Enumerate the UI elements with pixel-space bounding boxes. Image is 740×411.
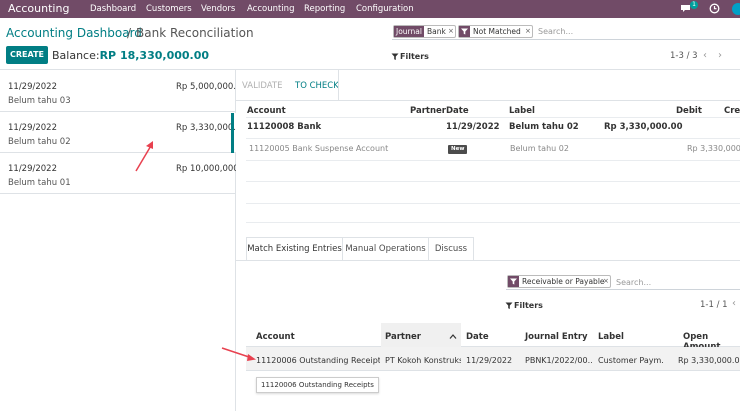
statement-item[interactable]: 11/29/2022 Rp 10,000,000.00 Belum tahu 0…	[0, 154, 236, 194]
tab-manual-operations[interactable]: Manual Operations	[343, 237, 429, 261]
line-account[interactable]: 11120008 Bank	[247, 122, 321, 132]
facet-remove-icon[interactable]: ×	[448, 26, 454, 37]
pager-next-icon[interactable]: ›	[718, 50, 722, 61]
statement-item[interactable]: 11/29/2022 Rp 5,000,000.00 Belum tahu 03	[0, 72, 236, 112]
line-date[interactable]: 11/29/2022	[446, 122, 500, 132]
column-header-date[interactable]: Date	[466, 332, 489, 342]
column-header-debit: Debit	[676, 106, 702, 116]
line-credit[interactable]: Rp 3,330,000.00	[687, 144, 740, 153]
filter-icon[interactable]	[391, 53, 399, 61]
match-table-header	[246, 323, 740, 347]
column-header-partner: Partner	[410, 106, 447, 116]
filter-icon	[459, 26, 470, 37]
match-account[interactable]: 11120006 Outstanding Receipts	[256, 356, 380, 365]
facet-journal[interactable]: Journal Bank ×	[393, 25, 456, 38]
column-header-label[interactable]: Label	[598, 332, 624, 342]
line-label[interactable]: Belum tahu 02	[509, 122, 579, 132]
top-navbar: Accounting Dashboard Customers Vendors A…	[0, 0, 740, 18]
statement-date: 11/29/2022	[8, 82, 57, 92]
divider	[236, 260, 740, 261]
statement-name: Belum tahu 02	[8, 137, 71, 147]
search-input[interactable]: Search...	[538, 27, 573, 36]
facet-receivable-payable[interactable]: Receivable or Payable ×	[507, 275, 611, 288]
column-header-account: Account	[247, 106, 286, 116]
divider	[246, 222, 740, 223]
statement-amount: Rp 5,000,000.00	[176, 82, 236, 92]
line-debit[interactable]: Rp 3,330,000.00	[604, 122, 683, 132]
facet-value-journal: Bank	[427, 27, 446, 36]
divider	[246, 138, 740, 139]
breadcrumb-parent[interactable]: Accounting Dashboard	[6, 26, 142, 40]
new-badge: New	[448, 145, 468, 154]
divider	[338, 70, 339, 100]
line-label[interactable]: Belum tahu 02	[510, 144, 569, 153]
statement-item[interactable]: 11/29/2022 Rp 3,330,000.00 Belum tahu 02	[0, 113, 236, 153]
match-partner[interactable]: PT Kokoh Konstruksi	[385, 356, 461, 365]
tooltip: 11120006 Outstanding Receipts	[256, 377, 379, 393]
menu-configuration[interactable]: Configuration	[356, 4, 414, 14]
filter-icon[interactable]	[505, 302, 513, 310]
pager-value[interactable]: 1-3 / 3	[670, 51, 698, 61]
clock-icon[interactable]	[709, 3, 720, 14]
divider	[246, 117, 740, 118]
match-search-input[interactable]: Search...	[616, 278, 651, 287]
statement-amount: Rp 3,330,000.00	[176, 123, 236, 133]
balance-value: RP 18,330,000.00	[99, 49, 210, 62]
statement-date: 11/29/2022	[8, 123, 57, 133]
breadcrumb-current: Bank Reconciliation	[136, 26, 254, 40]
facet-tag-journal: Journal	[394, 26, 424, 37]
annotation-arrow-icon	[221, 347, 256, 361]
balance-label: Balance:	[52, 49, 100, 62]
column-header-date: Date	[446, 106, 469, 116]
annotation-arrow-icon	[135, 141, 153, 172]
active-item-indicator	[231, 113, 234, 153]
match-pager-value[interactable]: 1-1 / 1	[700, 300, 728, 310]
facet-value-not-matched: Not Matched	[473, 27, 521, 36]
breadcrumb-separator: /	[127, 26, 132, 40]
column-header-journal-entry[interactable]: Journal Entry	[525, 332, 588, 342]
menu-vendors[interactable]: Vendors	[201, 4, 235, 14]
facet-remove-icon[interactable]: ×	[525, 26, 531, 37]
statement-name: Belum tahu 03	[8, 96, 71, 106]
column-header-partner[interactable]: Partner	[385, 332, 421, 342]
menu-accounting[interactable]: Accounting	[247, 4, 294, 14]
divider	[246, 181, 740, 182]
match-journal-entry[interactable]: PBNK1/2022/00...	[525, 356, 593, 365]
user-avatar[interactable]	[732, 3, 740, 15]
divider	[246, 203, 740, 204]
match-label[interactable]: Customer Paym...	[598, 356, 664, 365]
tab-discuss[interactable]: Discuss	[429, 237, 474, 261]
column-header-label: Label	[509, 106, 535, 116]
facet-not-matched[interactable]: Not Matched ×	[458, 25, 533, 38]
tab-match-existing-entries[interactable]: Match Existing Entries	[246, 237, 343, 261]
create-button[interactable]: CREATE	[6, 46, 48, 64]
column-header-credit: Credit	[724, 106, 740, 116]
statement-name: Belum tahu 01	[8, 178, 71, 188]
pager-prev-icon[interactable]: ‹	[703, 50, 707, 61]
column-header-account[interactable]: Account	[256, 332, 295, 342]
app-name[interactable]: Accounting	[8, 2, 69, 15]
filter-icon	[508, 276, 519, 287]
statement-amount: Rp 10,000,000.00	[176, 164, 236, 174]
menu-customers[interactable]: Customers	[146, 4, 192, 14]
menu-reporting[interactable]: Reporting	[304, 4, 345, 14]
validate-button[interactable]: VALIDATE	[242, 81, 282, 91]
facet-remove-icon[interactable]: ×	[603, 276, 609, 287]
balance: Balance:RP 18,330,000.00	[52, 49, 209, 62]
to-check-button[interactable]: TO CHECK	[295, 81, 339, 91]
filters-button[interactable]: Filters	[514, 301, 543, 310]
match-date[interactable]: 11/29/2022	[466, 356, 512, 365]
divider	[246, 160, 740, 161]
sort-asc-icon[interactable]	[449, 333, 457, 340]
pager-prev-icon[interactable]: ‹	[732, 298, 736, 309]
divider	[236, 100, 740, 101]
facet-value: Receivable or Payable	[522, 277, 605, 286]
divider	[506, 289, 740, 290]
line-account[interactable]: 11120005 Bank Suspense Account	[249, 144, 388, 153]
message-count-badge: 1	[690, 1, 698, 9]
match-open-amount[interactable]: Rp 3,330,000.00	[678, 356, 740, 365]
menu-dashboard[interactable]: Dashboard	[90, 4, 136, 14]
filters-button[interactable]: Filters	[400, 52, 429, 61]
statement-date: 11/29/2022	[8, 164, 57, 174]
